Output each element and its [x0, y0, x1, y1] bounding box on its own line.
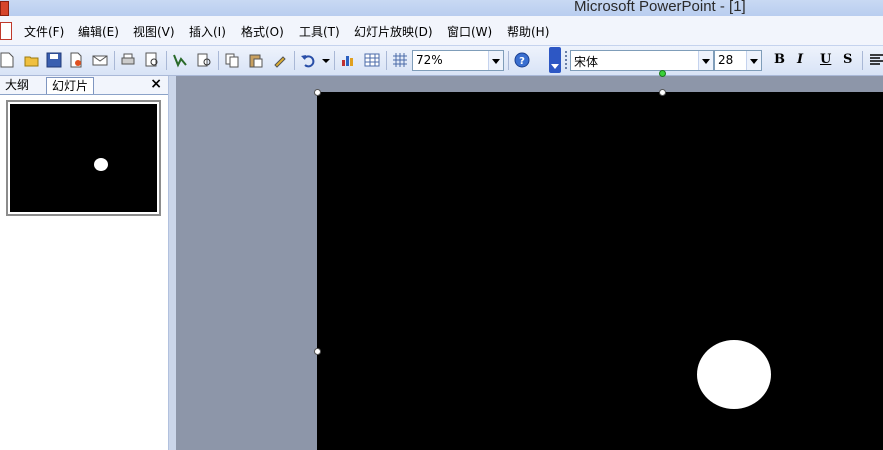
toolbar-separator — [218, 51, 219, 70]
thumbnail-oval-shape — [94, 158, 108, 171]
menu-slideshow[interactable]: 幻灯片放映(D) — [354, 23, 433, 40]
chevron-down-icon[interactable] — [746, 51, 761, 70]
undo-icon[interactable] — [300, 52, 316, 68]
oval-shape[interactable] — [697, 340, 771, 409]
slide-editing-area — [176, 70, 883, 450]
open-folder-icon[interactable] — [24, 52, 40, 68]
toolbar-separator — [386, 51, 387, 70]
title-bar: Microsoft PowerPoint - [1] — [0, 0, 883, 16]
toolbar-separator — [114, 51, 115, 70]
chevron-down-icon[interactable] — [488, 51, 503, 70]
print-preview-icon[interactable] — [144, 52, 160, 68]
font-size-value: 28 — [718, 53, 734, 67]
menu-view[interactable]: 视图(V) — [133, 23, 175, 40]
menu-format[interactable]: 格式(O) — [241, 23, 284, 40]
underline-button[interactable]: U — [820, 52, 831, 67]
help-glyph: ? — [519, 56, 525, 67]
toolbar-separator — [508, 51, 509, 70]
tab-slides[interactable]: 幻灯片 — [46, 77, 95, 94]
close-icon[interactable]: × — [150, 76, 162, 92]
toolbar-separator — [294, 51, 295, 70]
save-icon[interactable] — [46, 52, 62, 68]
toolbar-separator — [166, 51, 167, 70]
help-icon[interactable]: ? — [514, 52, 530, 68]
menu-insert[interactable]: 插入(I) — [189, 23, 226, 40]
toolbar-options-icon[interactable] — [549, 47, 561, 73]
selection-handle-middle-left[interactable] — [314, 348, 321, 355]
font-size-combo[interactable]: 28 — [714, 50, 762, 71]
selection-handle-top-left[interactable] — [314, 89, 321, 96]
selection-handle-top-center[interactable] — [659, 89, 666, 96]
rotation-handle[interactable] — [659, 70, 666, 77]
menu-edit[interactable]: 编辑(E) — [78, 23, 119, 40]
format-painter-icon[interactable] — [272, 52, 288, 68]
undo-dropdown-icon[interactable] — [318, 52, 334, 68]
tab-outline[interactable]: 大纲 — [0, 77, 34, 93]
thumbnail-slide-canvas — [10, 104, 157, 212]
insert-table-icon[interactable] — [364, 52, 380, 68]
chevron-down-icon — [551, 64, 559, 69]
grid-icon[interactable] — [392, 52, 408, 68]
email-icon[interactable] — [92, 52, 108, 68]
font-name-combo[interactable]: 宋体 — [570, 50, 714, 71]
insert-chart-icon[interactable] — [340, 52, 356, 68]
zoom-combo[interactable]: 72% — [412, 50, 504, 71]
slide-canvas[interactable] — [317, 92, 883, 450]
toolbar-separator — [862, 51, 863, 70]
bold-button[interactable]: B — [774, 52, 785, 67]
toolbar: 72% ? 宋体 28 B I U S — [0, 46, 883, 76]
toolbar-grip[interactable] — [565, 51, 569, 69]
window-title: Microsoft PowerPoint - [1] — [574, 0, 746, 15]
new-document-icon[interactable] — [0, 52, 16, 68]
menu-help[interactable]: 帮助(H) — [507, 23, 549, 40]
permission-icon[interactable] — [68, 52, 84, 68]
menu-file[interactable]: 文件(F) — [24, 23, 64, 40]
italic-button[interactable]: I — [797, 52, 803, 67]
pane-tabstrip: 大纲 幻灯片 × — [0, 76, 168, 95]
align-left-icon[interactable] — [869, 52, 883, 68]
research-icon[interactable] — [196, 52, 212, 68]
font-name-value: 宋体 — [574, 55, 599, 69]
print-icon[interactable] — [120, 52, 136, 68]
menu-window[interactable]: 窗口(W) — [447, 23, 492, 40]
spelling-icon[interactable] — [172, 52, 188, 68]
slides-pane: 大纲 幻灯片 × — [0, 76, 168, 450]
copy-icon[interactable] — [224, 52, 240, 68]
toolbar-separator — [334, 51, 335, 70]
shadow-button[interactable]: S — [843, 52, 852, 67]
chevron-down-icon[interactable] — [698, 51, 713, 70]
paste-icon[interactable] — [248, 52, 264, 68]
slide-thumbnail[interactable] — [6, 100, 161, 216]
menu-bar: 文件(F) 编辑(E) 视图(V) 插入(I) 格式(O) 工具(T) 幻灯片放… — [0, 16, 883, 46]
zoom-value: 72% — [416, 53, 443, 67]
menu-tools[interactable]: 工具(T) — [299, 23, 340, 40]
document-icon[interactable] — [0, 22, 12, 40]
powerpoint-app-icon[interactable] — [0, 1, 9, 16]
